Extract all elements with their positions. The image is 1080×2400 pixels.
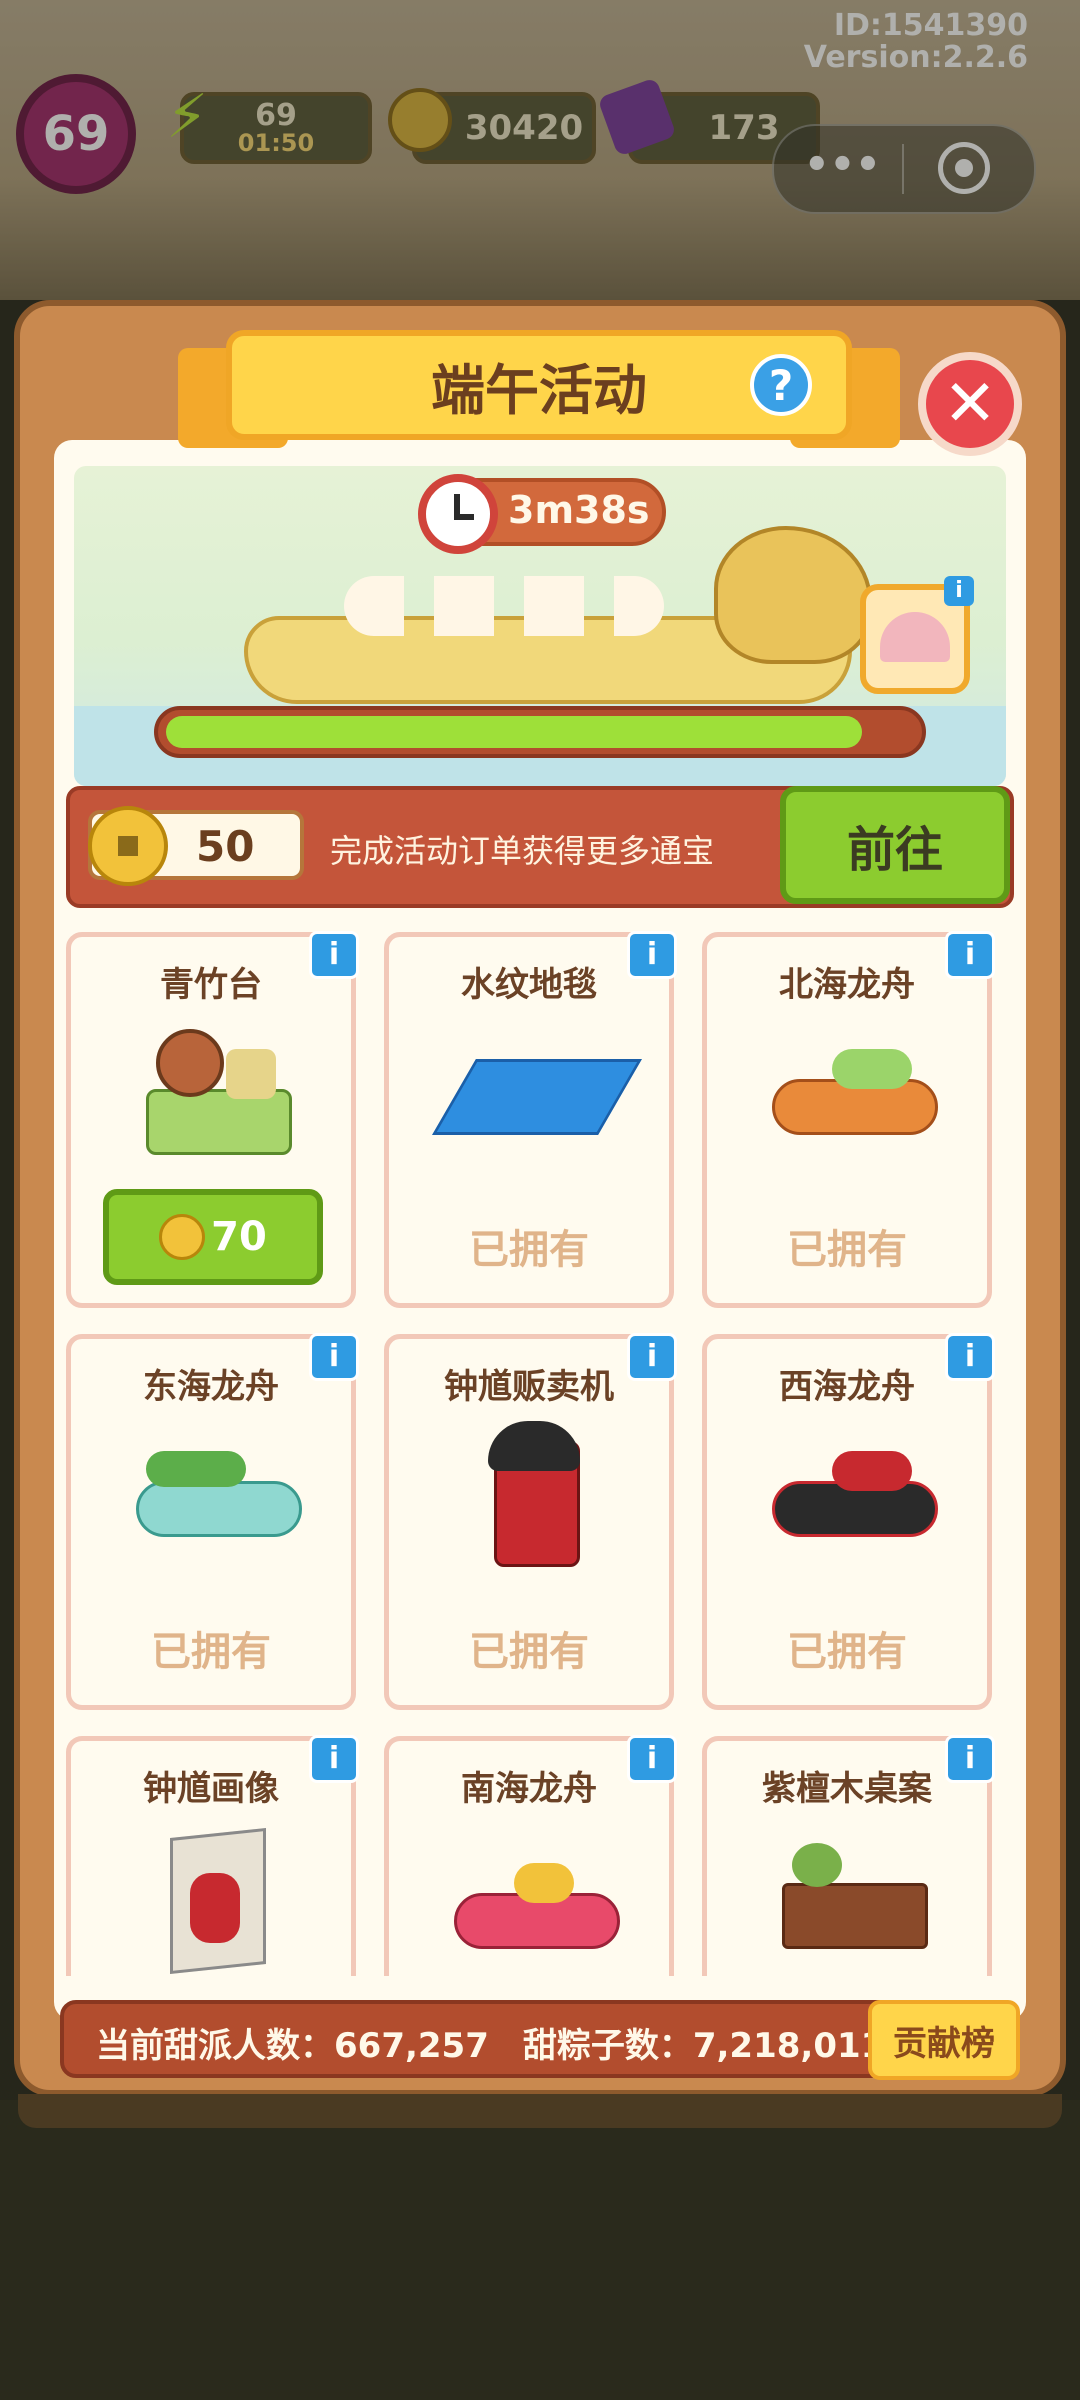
bridge-reward-icon	[880, 612, 950, 662]
item-card[interactable]: 水纹地毯 i 已拥有	[384, 931, 677, 1308]
info-icon[interactable]: i	[309, 1333, 359, 1381]
close-button[interactable]: ✕	[918, 352, 1022, 456]
info-icon[interactable]: i	[309, 1735, 359, 1783]
info-icon[interactable]: i	[627, 1333, 677, 1381]
contribution-rank-button[interactable]: 贡献榜	[868, 2000, 1020, 2080]
event-coin-amount: 50	[196, 822, 255, 871]
info-icon[interactable]: i	[627, 1735, 677, 1783]
owned-label: 已拥有	[151, 1629, 271, 1675]
dragon-head-image	[714, 526, 872, 664]
rosewood-table-image	[772, 1823, 932, 1963]
bottom-ground	[0, 2100, 1080, 2400]
item-card[interactable]: 钟馗贩卖机 i 已拥有	[384, 1333, 677, 1710]
tongbao-coin-icon	[159, 1214, 206, 1260]
help-button[interactable]: ?	[750, 354, 812, 416]
event-progress-bar	[154, 706, 926, 758]
tongbao-coin-icon	[88, 806, 168, 886]
item-card[interactable]: 钟馗画像 i	[66, 1735, 359, 1976]
clock-icon	[418, 474, 498, 554]
info-icon[interactable]: i	[945, 1333, 995, 1381]
east-sea-dragon-boat-image	[136, 1421, 302, 1571]
owned-label: 已拥有	[787, 1227, 907, 1273]
bamboo-stage-image	[136, 1019, 296, 1169]
item-card[interactable]: 紫檀木桌案 i	[702, 1735, 995, 1976]
owned-label: 已拥有	[469, 1227, 589, 1273]
item-card[interactable]: 青竹台 i 70	[66, 931, 359, 1308]
owned-label: 已拥有	[469, 1629, 589, 1675]
currency-description: 完成活动订单获得更多通宝	[330, 832, 715, 870]
faction-stats: 当前甜派人数：667,257 甜粽子数：7,218,011	[96, 2026, 885, 2066]
event-progress-fill	[166, 716, 862, 748]
buy-button[interactable]: 70	[103, 1189, 323, 1285]
info-icon[interactable]: i	[944, 576, 974, 606]
info-icon[interactable]: i	[309, 931, 359, 979]
north-sea-dragon-boat-image	[772, 1019, 938, 1169]
go-button[interactable]: 前往	[780, 786, 1010, 904]
zhongkui-portrait-image	[136, 1823, 296, 1975]
zhongkui-vending-machine-image	[454, 1421, 614, 1571]
west-sea-dragon-boat-image	[772, 1421, 938, 1571]
info-icon[interactable]: i	[945, 1735, 995, 1783]
rowers-image	[344, 576, 664, 636]
info-icon[interactable]: i	[945, 931, 995, 979]
item-card[interactable]: 东海龙舟 i 已拥有	[66, 1333, 359, 1710]
owned-label: 已拥有	[787, 1629, 907, 1675]
item-card[interactable]: 西海龙舟 i 已拥有	[702, 1333, 995, 1710]
south-sea-dragon-boat-image	[454, 1823, 620, 1963]
countdown-text: 3m38s	[508, 488, 650, 532]
item-card[interactable]: 南海龙舟 i	[384, 1735, 677, 1976]
water-carpet-image	[432, 1019, 642, 1169]
item-price: 70	[211, 1214, 267, 1260]
item-card[interactable]: 北海龙舟 i 已拥有	[702, 931, 995, 1308]
panel-feet	[18, 2094, 1062, 2128]
info-icon[interactable]: i	[627, 931, 677, 979]
